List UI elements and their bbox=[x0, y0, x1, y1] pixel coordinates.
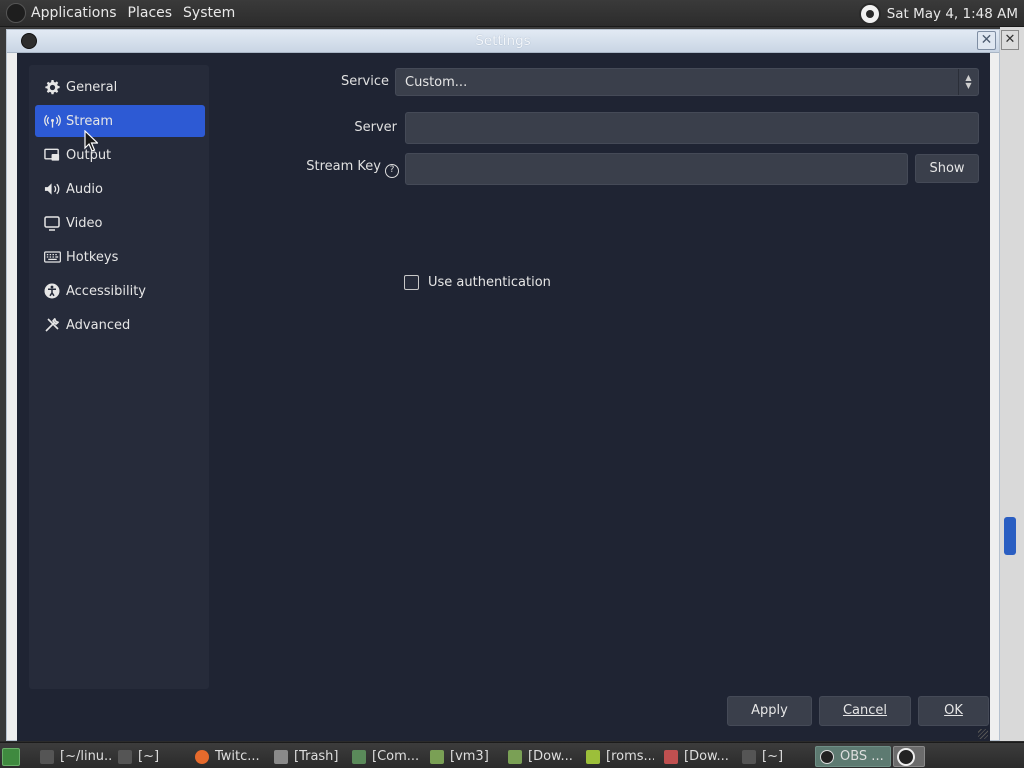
obs-tray-icon[interactable] bbox=[858, 2, 881, 25]
show-key-button[interactable]: Show bbox=[915, 154, 979, 183]
folder-icon bbox=[508, 749, 522, 764]
use-authentication-label[interactable]: Use authentication bbox=[428, 275, 551, 290]
sidebar-item-general[interactable]: General bbox=[35, 71, 205, 103]
help-icon[interactable]: ? bbox=[385, 164, 399, 178]
service-value: Custom... bbox=[405, 75, 468, 90]
sidebar-item-label: General bbox=[66, 79, 118, 95]
distro-logo-icon[interactable] bbox=[6, 3, 26, 23]
taskbar-item[interactable]: [Dow... bbox=[508, 746, 574, 767]
archive-icon bbox=[586, 749, 600, 764]
terminal-icon bbox=[742, 749, 756, 764]
sidebar-item-output[interactable]: Output bbox=[35, 139, 205, 171]
taskbar-item-active[interactable]: OBS ... bbox=[815, 746, 891, 767]
terminal-icon bbox=[118, 749, 132, 764]
resize-grip[interactable] bbox=[978, 729, 988, 739]
sidebar-item-hotkeys[interactable]: Hotkeys bbox=[35, 241, 205, 273]
settings-content: General Stream Output Audio Video Hotkey… bbox=[17, 53, 990, 741]
settings-sidebar: General Stream Output Audio Video Hotkey… bbox=[29, 65, 209, 689]
accessibility-icon bbox=[43, 282, 61, 300]
taskbar-item-label: [Dow... bbox=[528, 749, 573, 764]
sidebar-item-label: Advanced bbox=[66, 317, 131, 333]
taskbar: [~/linu... [~] Twitc... [Trash] [Com... … bbox=[0, 742, 1024, 768]
taskbar-item[interactable]: [Dow... bbox=[664, 746, 730, 767]
top-panel: Applications Places System Sat May 4, 1:… bbox=[0, 0, 1024, 27]
menu-places[interactable]: Places bbox=[127, 5, 174, 21]
taskbar-item-label: [Trash] bbox=[294, 749, 339, 764]
server-input[interactable] bbox=[405, 112, 979, 144]
obs-icon bbox=[820, 749, 834, 764]
stream-key-input[interactable] bbox=[405, 153, 908, 185]
taskbar-item[interactable]: [Trash] bbox=[274, 746, 344, 767]
cancel-button[interactable]: Cancel bbox=[819, 696, 911, 726]
monitor-icon bbox=[43, 214, 61, 232]
service-dropdown[interactable]: Custom... ▲ ▼ bbox=[395, 68, 979, 96]
computer-icon bbox=[352, 749, 366, 764]
sidebar-item-stream[interactable]: Stream bbox=[35, 105, 205, 137]
sidebar-item-label: Video bbox=[66, 215, 103, 231]
taskbar-item[interactable]: [roms... bbox=[586, 746, 654, 767]
taskbar-item-obs-window[interactable] bbox=[893, 746, 925, 767]
sidebar-item-audio[interactable]: Audio bbox=[35, 173, 205, 205]
taskbar-item-label: OBS ... bbox=[840, 749, 884, 764]
gear-icon bbox=[43, 78, 61, 96]
service-label: Service bbox=[340, 74, 389, 89]
wrench-icon bbox=[43, 316, 61, 334]
sidebar-item-label: Audio bbox=[66, 181, 103, 197]
folder-icon bbox=[430, 749, 444, 764]
taskbar-item-label: [~/linu... bbox=[60, 749, 112, 764]
output-icon bbox=[43, 146, 61, 164]
settings-window: Settings ✕ General Stream Output Audio V… bbox=[6, 29, 1000, 741]
keyboard-icon bbox=[43, 248, 61, 266]
taskbar-item-label: [~] bbox=[762, 749, 784, 764]
obs-icon bbox=[897, 747, 915, 766]
taskbar-item-label: [Com... bbox=[372, 749, 420, 764]
antenna-icon bbox=[43, 112, 61, 130]
taskbar-item[interactable]: [~] bbox=[742, 746, 786, 767]
show-desktop-button[interactable] bbox=[2, 746, 22, 767]
server-label: Server bbox=[354, 120, 397, 135]
sidebar-item-advanced[interactable]: Advanced bbox=[35, 309, 205, 341]
menu-system[interactable]: System bbox=[182, 5, 236, 21]
window-close-button[interactable]: ✕ bbox=[977, 31, 996, 50]
clock[interactable]: Sat May 4, 1:48 AM bbox=[887, 6, 1018, 22]
menu-applications[interactable]: Applications bbox=[30, 5, 118, 21]
trash-icon bbox=[274, 749, 288, 764]
background-window bbox=[1000, 27, 1024, 741]
background-window-scrollbar bbox=[1004, 517, 1016, 555]
app-icon bbox=[664, 749, 678, 764]
taskbar-item-label: [vm3] bbox=[450, 749, 489, 764]
show-desktop-icon bbox=[2, 747, 20, 766]
taskbar-item[interactable]: [Com... bbox=[352, 746, 420, 767]
panel-right: Sat May 4, 1:48 AM bbox=[858, 0, 1018, 27]
taskbar-item[interactable]: [vm3] bbox=[430, 746, 494, 767]
sidebar-item-label: Hotkeys bbox=[66, 249, 119, 265]
sidebar-item-video[interactable]: Video bbox=[35, 207, 205, 239]
firefox-icon bbox=[195, 749, 209, 764]
sidebar-item-label: Accessibility bbox=[66, 283, 146, 299]
background-window-close-button[interactable]: ✕ bbox=[1001, 30, 1019, 50]
window-titlebar[interactable]: Settings ✕ bbox=[7, 30, 999, 53]
sidebar-item-label: Stream bbox=[66, 113, 114, 129]
stream-key-label: Stream Key bbox=[306, 159, 381, 174]
taskbar-item-label: [Dow... bbox=[684, 749, 729, 764]
taskbar-item[interactable]: [~] bbox=[118, 746, 178, 767]
use-authentication-checkbox[interactable] bbox=[404, 275, 419, 290]
sidebar-item-accessibility[interactable]: Accessibility bbox=[35, 275, 205, 307]
stream-key-label-row: Stream Key? bbox=[297, 159, 399, 178]
speaker-icon bbox=[43, 180, 61, 198]
taskbar-item-label: [roms... bbox=[606, 749, 654, 764]
taskbar-item[interactable]: [~/linu... bbox=[40, 746, 112, 767]
taskbar-item[interactable]: Twitc... bbox=[195, 746, 267, 767]
mouse-cursor-icon bbox=[84, 130, 98, 152]
apply-button[interactable]: Apply bbox=[727, 696, 812, 726]
updown-arrows-icon: ▲ ▼ bbox=[958, 69, 978, 95]
window-title: Settings bbox=[475, 33, 531, 49]
taskbar-item-label: [~] bbox=[138, 749, 160, 764]
taskbar-item-label: Twitc... bbox=[215, 749, 260, 764]
ok-button[interactable]: OK bbox=[918, 696, 989, 726]
terminal-icon bbox=[40, 749, 54, 764]
